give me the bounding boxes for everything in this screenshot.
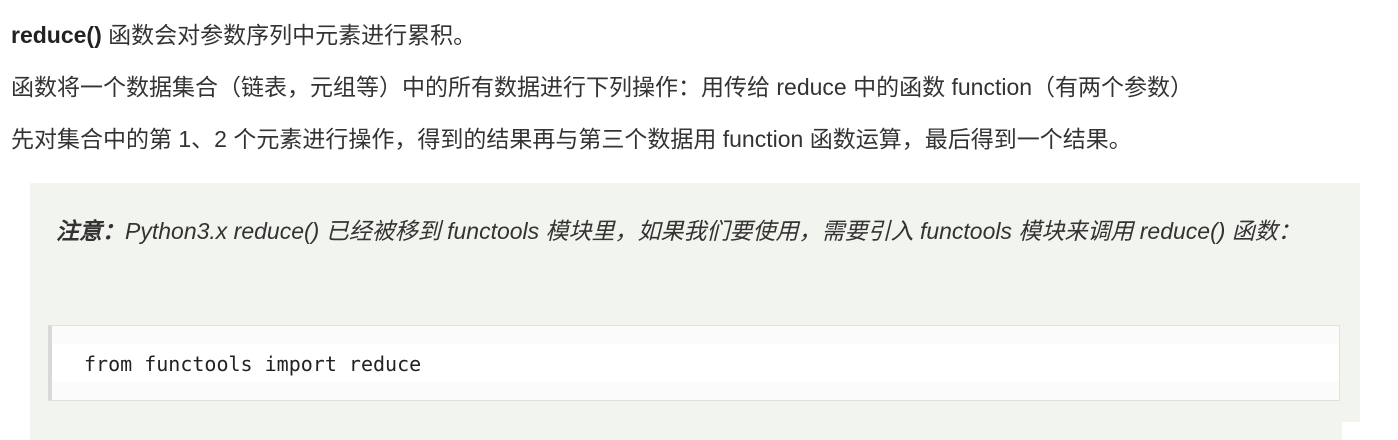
corner-decoration	[1342, 422, 1398, 440]
explanation-paragraph: 先对集合中的第 1、2 个元素进行操作，得到的结果再与第三个数据用 functi…	[11, 126, 1132, 152]
note-text-block: 注意：Python3.x reduce() 已经被移到 functools 模块…	[56, 213, 1336, 249]
note-text: Python3.x reduce() 已经被移到 functools 模块里，如…	[125, 218, 1301, 244]
code-line-highlight: from functools import reduce	[52, 344, 1339, 382]
intro-text: 函数会对参数序列中元素进行累积。	[101, 22, 477, 48]
code-block: from functools import reduce	[48, 325, 1340, 401]
description-paragraph: 函数将一个数据集合（链表，元组等）中的所有数据进行下列操作：用传给 reduce…	[11, 74, 1194, 100]
note-box: 注意：Python3.x reduce() 已经被移到 functools 模块…	[30, 183, 1360, 440]
note-label: 注意：	[56, 218, 125, 244]
code-line: from functools import reduce	[84, 352, 422, 376]
intro-paragraph: reduce() 函数会对参数序列中元素进行累积。	[11, 20, 476, 50]
reduce-keyword: reduce()	[11, 22, 102, 48]
